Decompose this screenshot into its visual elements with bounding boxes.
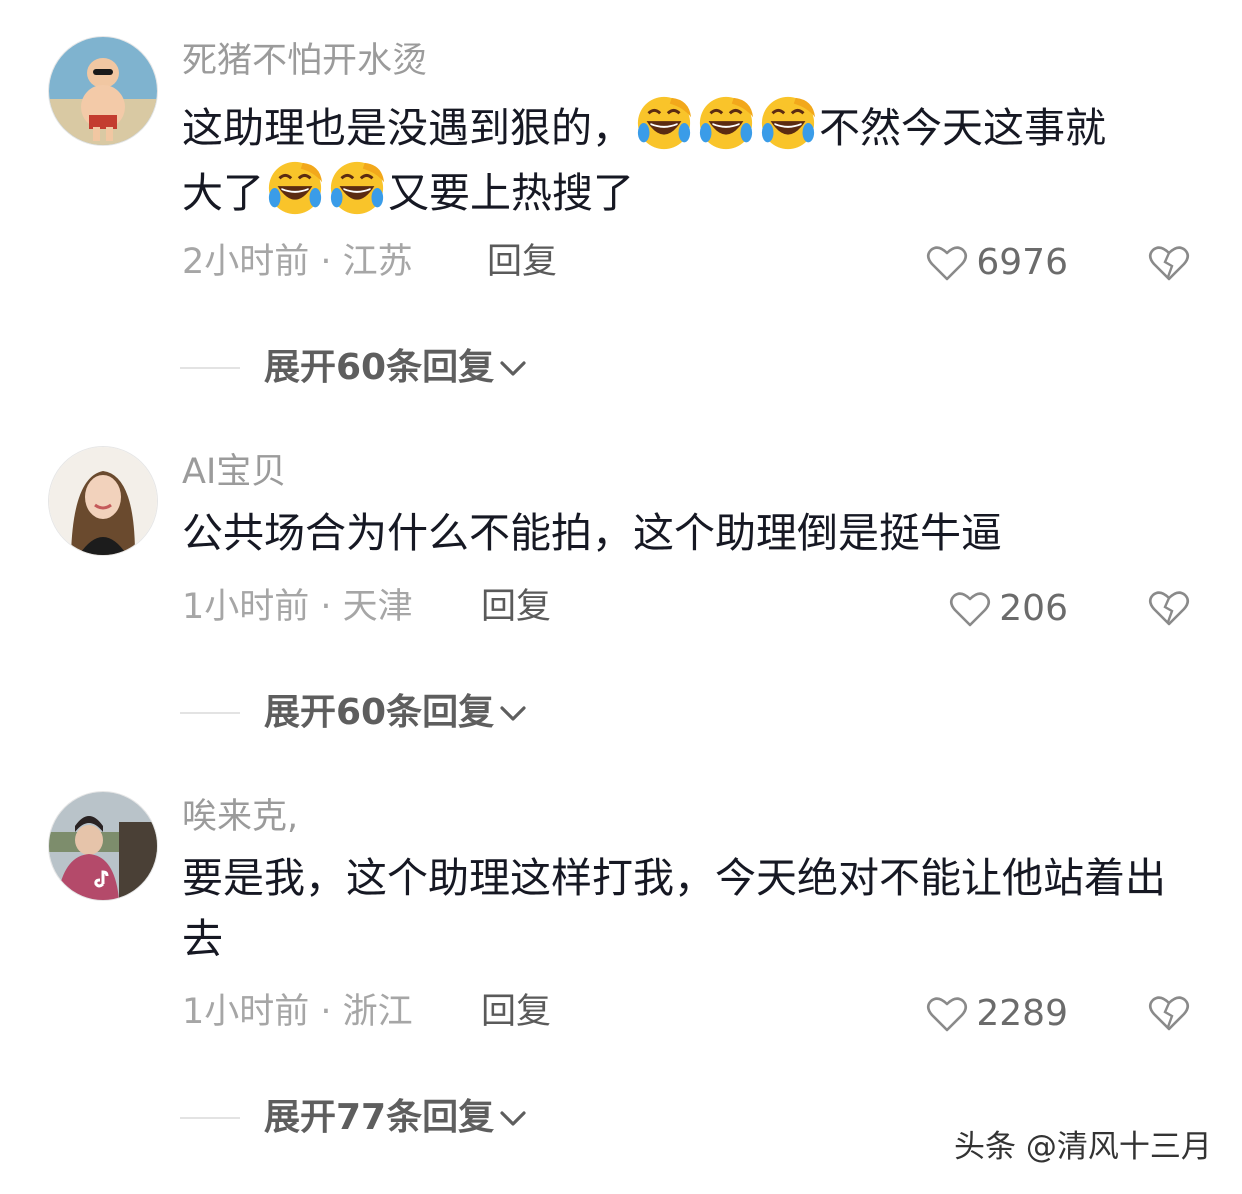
avatar[interactable] — [48, 36, 158, 146]
divider-line — [180, 367, 240, 369]
divider-line — [180, 1117, 240, 1119]
divider-line — [180, 712, 240, 714]
expand-replies-label: 展开60条回复 — [264, 692, 495, 733]
rolling-laughing-crying-emoji — [759, 94, 817, 152]
like-count: 2289 — [976, 993, 1068, 1034]
broken-heart-icon — [1148, 591, 1190, 626]
expand-replies-button[interactable]: 展开60条回复 — [180, 350, 528, 386]
heart-outline-icon — [927, 246, 968, 281]
avatar[interactable] — [48, 446, 158, 556]
expand-replies-label: 展开60条回复 — [264, 347, 495, 388]
expand-replies-button[interactable]: 展开60条回复 — [180, 695, 528, 731]
rolling-laughing-crying-emoji — [697, 94, 755, 152]
comment-text: 要是我，这个助理这样打我，今天绝对不能让他站着出去 — [182, 854, 1166, 963]
reply-button[interactable]: 回复 — [487, 245, 557, 280]
rolling-laughing-crying-emoji — [635, 94, 693, 152]
like-count: 6976 — [976, 242, 1068, 283]
username[interactable]: 死猪不怕开水烫 — [182, 44, 427, 79]
dislike-button[interactable] — [1148, 244, 1190, 282]
heart-outline-icon — [950, 592, 991, 627]
like-button[interactable]: 2289 — [926, 995, 1068, 1033]
broken-heart-icon — [1148, 246, 1190, 281]
dislike-button[interactable] — [1148, 994, 1190, 1032]
comment-meta: 1小时前 · 浙江 — [182, 992, 413, 1032]
chevron-down-icon — [500, 1111, 526, 1126]
expand-replies-button[interactable]: 展开77条回复 — [180, 1100, 528, 1136]
heart-outline-icon — [927, 997, 968, 1032]
like-button[interactable]: 206 — [949, 590, 1068, 628]
rolling-laughing-crying-emoji — [328, 159, 386, 217]
username[interactable]: 唉来克, — [182, 800, 298, 835]
comment-meta: 1小时前 · 天津 — [182, 587, 413, 627]
reply-button[interactable]: 回复 — [481, 995, 551, 1030]
username[interactable]: AI宝贝 — [182, 455, 286, 490]
chevron-down-icon — [500, 706, 526, 721]
comment-meta: 2小时前 · 江苏 — [182, 242, 413, 282]
comment-text: 公共场合为什么不能拍，这个助理倒是挺牛逼 — [182, 509, 1002, 557]
rolling-laughing-crying-emoji — [266, 159, 324, 217]
avatar[interactable] — [48, 791, 158, 901]
chevron-down-icon — [500, 361, 526, 376]
reply-button[interactable]: 回复 — [481, 590, 551, 625]
like-button[interactable]: 6976 — [926, 244, 1068, 282]
expand-replies-label: 展开77条回复 — [264, 1097, 495, 1138]
like-count: 206 — [999, 588, 1068, 629]
comment-text: 这助理也是没遇到狠的， 不然今天这事就 大了 又要上热搜了 — [182, 94, 1202, 224]
broken-heart-icon — [1148, 996, 1190, 1031]
watermark: 头条 @清风十三月 — [954, 1129, 1212, 1165]
dislike-button[interactable] — [1148, 589, 1190, 627]
